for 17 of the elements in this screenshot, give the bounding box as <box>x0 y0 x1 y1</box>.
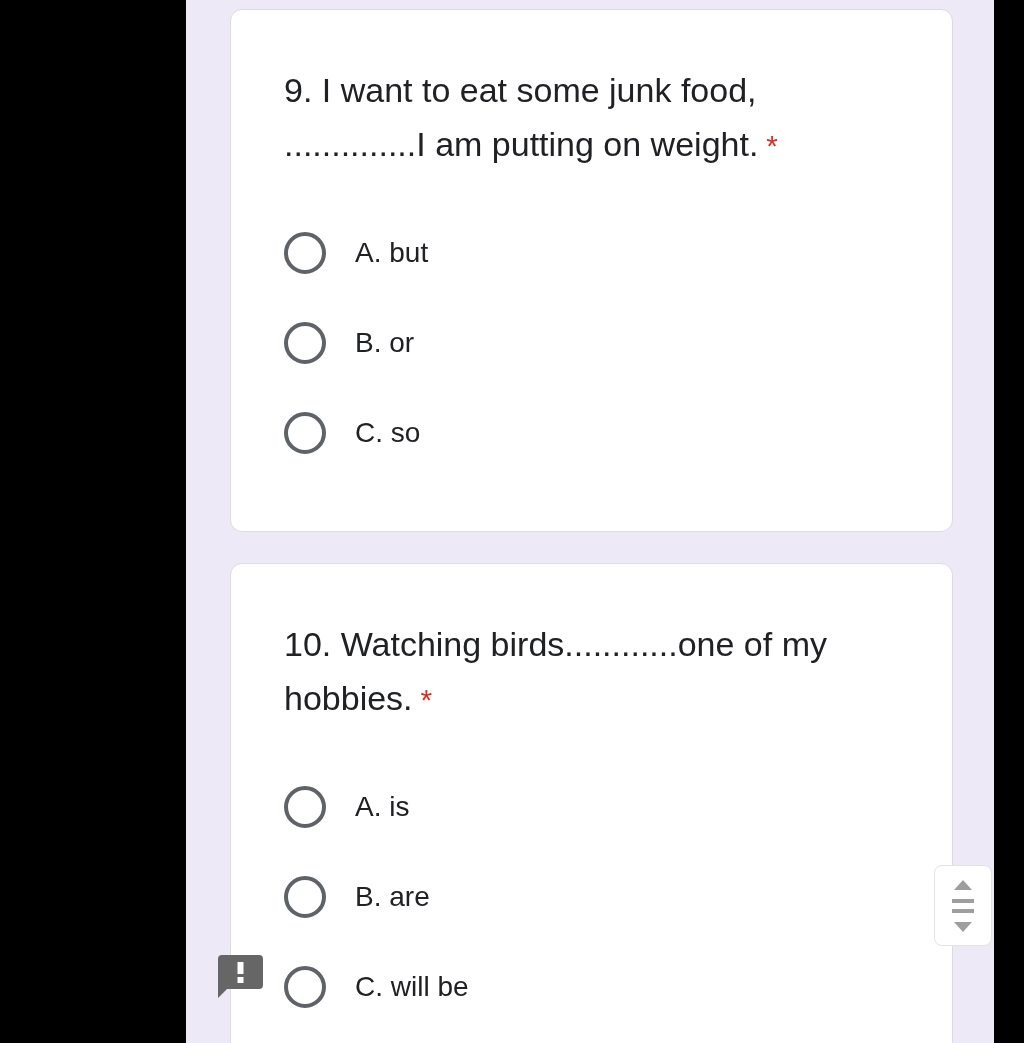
up-down-arrows-icon <box>950 879 976 932</box>
alert-bubble-icon[interactable] <box>218 955 263 998</box>
option-label: A. is <box>355 790 410 824</box>
radio-button[interactable] <box>284 322 326 364</box>
radio-button[interactable] <box>284 966 326 1008</box>
option-label: C. so <box>355 416 421 450</box>
radio-button[interactable] <box>284 232 326 274</box>
radio-button[interactable] <box>284 412 326 454</box>
option-label: B. are <box>355 880 430 914</box>
question-text: 10. Watching birds............one of my hobbies. * <box>284 624 828 719</box>
radio-button[interactable] <box>284 786 326 828</box>
radio-button[interactable] <box>284 876 326 918</box>
scroll-handle[interactable] <box>934 865 992 946</box>
question-text: 9. I want to eat some junk food, ..............I am putting on weight. * <box>284 70 780 165</box>
option-label: B. or <box>355 326 415 360</box>
option-label: A. but <box>355 236 429 270</box>
option-label: C. will be <box>355 970 469 1004</box>
